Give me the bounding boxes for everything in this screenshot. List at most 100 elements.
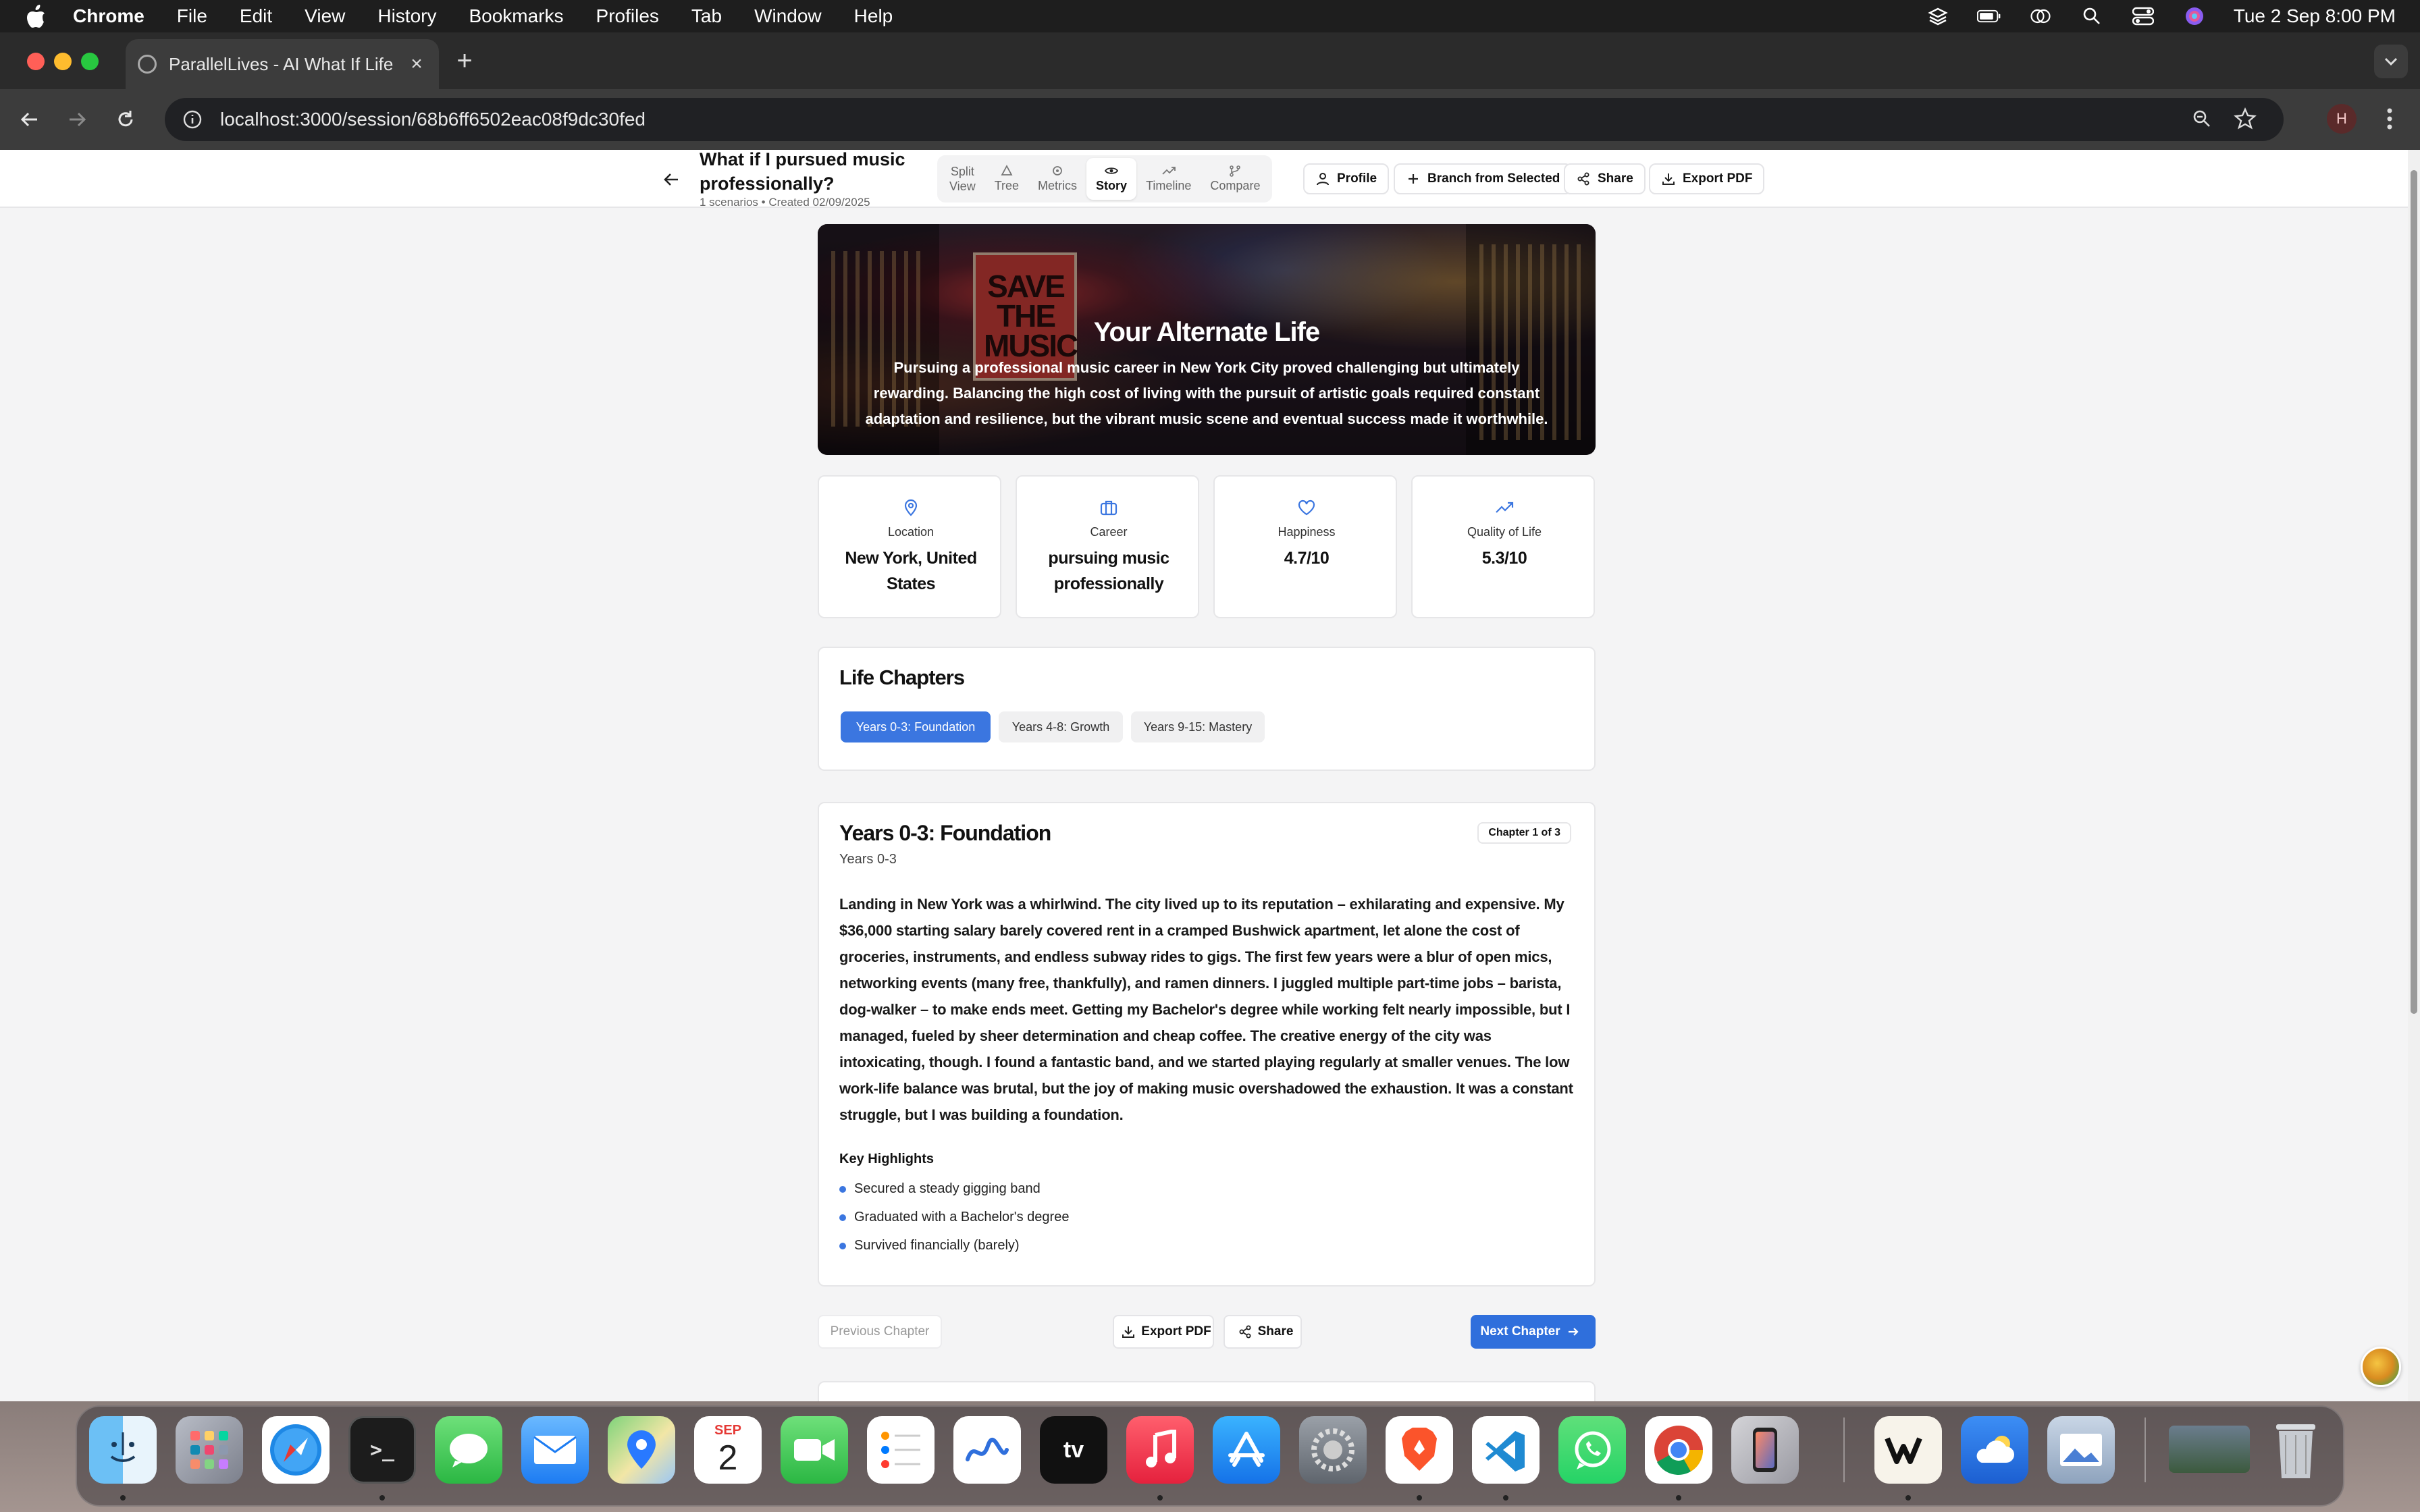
view-story-label: Story bbox=[1096, 179, 1128, 192]
forward-nav-button[interactable] bbox=[63, 106, 90, 133]
app-store-icon[interactable] bbox=[1213, 1416, 1280, 1484]
page-scrollbar[interactable] bbox=[2408, 150, 2420, 1401]
apple-tv-icon[interactable]: tv bbox=[1040, 1416, 1107, 1484]
trash-icon[interactable] bbox=[2262, 1416, 2330, 1484]
highlight-item: Graduated with a Bachelor's degree bbox=[839, 1210, 1069, 1225]
menu-bookmarks[interactable]: Bookmarks bbox=[469, 5, 563, 27]
arrow-right-icon bbox=[1566, 1324, 1581, 1339]
browser-tab-active[interactable]: ParallelLives - AI What If Life × bbox=[126, 39, 439, 89]
profile-button[interactable]: Profile bbox=[1303, 163, 1390, 194]
view-timeline-button[interactable]: Timeline bbox=[1136, 158, 1201, 200]
chrome-icon[interactable] bbox=[1645, 1416, 1712, 1484]
finder-icon[interactable] bbox=[89, 1416, 157, 1484]
site-info-icon[interactable] bbox=[182, 109, 203, 130]
menu-window[interactable]: Window bbox=[754, 5, 822, 27]
view-switcher: Split View Tree Metrics Story Timeline C… bbox=[937, 155, 1273, 202]
menu-view[interactable]: View bbox=[305, 5, 345, 27]
menubar-clock[interactable]: Tue 2 Sep 8:00 PM bbox=[2234, 5, 2396, 27]
preview-icon[interactable] bbox=[2047, 1416, 2115, 1484]
maps-icon[interactable] bbox=[608, 1416, 675, 1484]
terminal-icon[interactable]: >_ bbox=[348, 1416, 416, 1484]
apple-logo-icon[interactable] bbox=[24, 4, 49, 28]
zoom-icon[interactable] bbox=[2192, 109, 2212, 129]
profile-button-label: Profile bbox=[1337, 171, 1377, 186]
footer-share-button[interactable]: Share bbox=[1224, 1315, 1302, 1349]
back-nav-button[interactable] bbox=[16, 106, 43, 133]
brave-browser-icon[interactable] bbox=[1386, 1416, 1453, 1484]
footer-export-pdf-button[interactable]: Export PDF bbox=[1113, 1315, 1214, 1349]
view-tree-button[interactable]: Tree bbox=[985, 158, 1028, 200]
branch-from-selected-button[interactable]: Branch from Selected bbox=[1394, 163, 1573, 194]
menu-chrome[interactable]: Chrome bbox=[73, 5, 144, 27]
mail-icon[interactable] bbox=[521, 1416, 589, 1484]
tab-search-button[interactable] bbox=[2374, 45, 2408, 78]
floating-assistant-avatar[interactable] bbox=[2361, 1347, 2401, 1387]
reload-button[interactable] bbox=[112, 106, 139, 133]
freeform-icon[interactable] bbox=[953, 1416, 1021, 1484]
whatsapp-icon[interactable] bbox=[1558, 1416, 1626, 1484]
hero-banner: SAVE THE MUSIC Your Alternate Life Pursu… bbox=[818, 224, 1596, 455]
chapter-tab-mastery[interactable]: Years 9-15: Mastery bbox=[1131, 711, 1265, 742]
spotlight-search-icon[interactable] bbox=[2080, 6, 2104, 26]
view-compare-button[interactable]: Compare bbox=[1201, 158, 1269, 200]
export-pdf-button[interactable]: Export PDF bbox=[1649, 163, 1765, 194]
menu-file[interactable]: File bbox=[177, 5, 207, 27]
window-minimize-button[interactable] bbox=[54, 53, 72, 70]
music-running-dot bbox=[1157, 1495, 1163, 1501]
downloads-stack-icon[interactable] bbox=[2169, 1426, 2250, 1473]
chrome-profile-avatar[interactable]: H bbox=[2327, 104, 2357, 134]
battery-icon[interactable] bbox=[1976, 6, 2001, 26]
chrome-menu-icon[interactable] bbox=[2379, 105, 2400, 132]
screen-mirror-icon[interactable] bbox=[2028, 6, 2053, 26]
warp-icon[interactable] bbox=[1874, 1416, 1942, 1484]
next-chapter-button[interactable]: Next Chapter bbox=[1471, 1315, 1596, 1349]
share-icon bbox=[1576, 171, 1591, 186]
launchpad-icon[interactable] bbox=[176, 1416, 243, 1484]
layers-icon[interactable] bbox=[1926, 6, 1950, 26]
user-icon bbox=[1315, 171, 1330, 186]
music-icon[interactable] bbox=[1126, 1416, 1194, 1484]
view-split-button[interactable]: Split View bbox=[940, 158, 985, 200]
bullet-dot-icon bbox=[839, 1185, 846, 1193]
tab-favicon-icon bbox=[138, 55, 157, 74]
bullet-dot-icon bbox=[839, 1214, 846, 1221]
iphone-mirroring-icon[interactable] bbox=[1731, 1416, 1799, 1484]
back-button[interactable] bbox=[659, 167, 683, 192]
view-tree-label: Tree bbox=[994, 179, 1020, 192]
view-metrics-button[interactable]: Metrics bbox=[1028, 158, 1086, 200]
facetime-icon[interactable] bbox=[781, 1416, 848, 1484]
browser-toolbar: localhost:3000/session/68b6ff6502eac08f9… bbox=[0, 89, 2420, 150]
vscode-icon[interactable] bbox=[1472, 1416, 1540, 1484]
chapter-tab-growth[interactable]: Years 4-8: Growth bbox=[999, 711, 1123, 742]
chapter-tab-foundation[interactable]: Years 0-3: Foundation bbox=[841, 711, 991, 742]
share-button[interactable]: Share bbox=[1564, 163, 1646, 194]
share-button-label: Share bbox=[1598, 171, 1633, 186]
view-story-button[interactable]: Story bbox=[1086, 158, 1137, 200]
reminders-icon[interactable] bbox=[867, 1416, 935, 1484]
menu-history[interactable]: History bbox=[377, 5, 436, 27]
menu-edit[interactable]: Edit bbox=[240, 5, 272, 27]
safari-icon[interactable] bbox=[262, 1416, 330, 1484]
menu-help[interactable]: Help bbox=[854, 5, 893, 27]
tab-title: ParallelLives - AI What If Life bbox=[169, 53, 394, 74]
siri-icon[interactable] bbox=[2182, 6, 2207, 26]
menu-profiles[interactable]: Profiles bbox=[596, 5, 659, 27]
address-bar[interactable]: localhost:3000/session/68b6ff6502eac08f9… bbox=[165, 98, 2284, 141]
weather-icon[interactable] bbox=[1961, 1416, 2028, 1484]
new-tab-button[interactable]: + bbox=[451, 47, 478, 74]
bookmark-star-icon[interactable] bbox=[2234, 107, 2257, 130]
scrollbar-thumb[interactable] bbox=[2411, 170, 2417, 1014]
calendar-icon[interactable]: SEP 2 bbox=[694, 1416, 762, 1484]
stat-value: New York, United States bbox=[845, 549, 977, 593]
messages-icon[interactable] bbox=[435, 1416, 502, 1484]
heart-icon bbox=[1294, 497, 1319, 518]
menu-tab[interactable]: Tab bbox=[691, 5, 722, 27]
window-close-button[interactable] bbox=[27, 53, 45, 70]
control-center-icon[interactable] bbox=[2131, 6, 2155, 26]
window-zoom-button[interactable] bbox=[81, 53, 99, 70]
tab-close-icon[interactable]: × bbox=[406, 53, 427, 76]
stat-card-happiness: Happiness 4.7/10 bbox=[1213, 475, 1397, 618]
previous-chapter-button[interactable]: Previous Chapter bbox=[818, 1315, 942, 1349]
stat-label: Quality of Life bbox=[1467, 525, 1542, 539]
system-settings-icon[interactable] bbox=[1299, 1416, 1367, 1484]
